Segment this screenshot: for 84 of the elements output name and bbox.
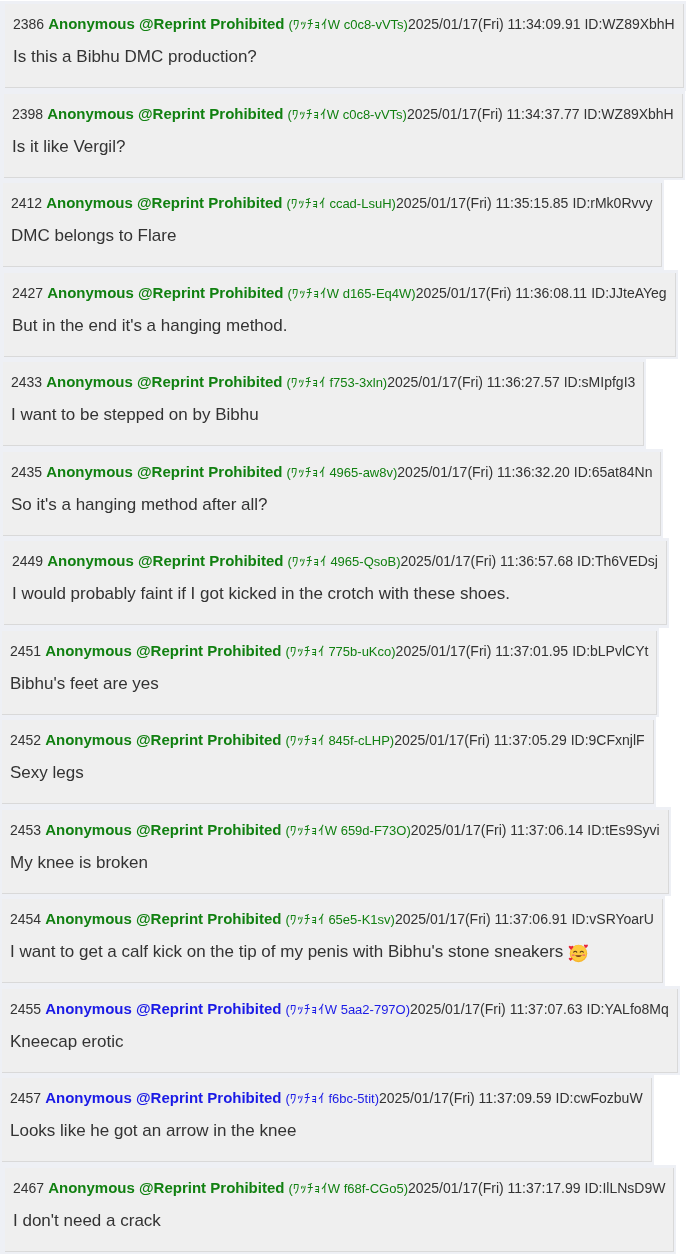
post-body: Looks like he got an arrow in the knee: [10, 1120, 297, 1142]
poster-name: Anonymous @Reprint Prohibited: [46, 461, 283, 482]
poster-name: Anonymous @Reprint Prohibited: [45, 730, 282, 750]
trip-code: (ﾜｯﾁｮｲ 845f-cLHP): [285, 732, 395, 750]
post-number: 2427: [12, 283, 44, 303]
post-date: 2025/01/17(Fri) 11:36:32.20: [397, 462, 570, 482]
poster-id: ID:WZ89XbhH: [584, 15, 675, 34]
post-number: 2433: [11, 373, 43, 392]
post-body: I want to be stepped on by Bibhu: [11, 404, 259, 426]
post-number: 2454: [10, 910, 42, 929]
post-date: 2025/01/17(Fri) 11:37:06.91: [394, 910, 568, 929]
post-body: I want to get a calf kick on the tip of my penis with Bibhu's stone sneakers: [10, 941, 564, 963]
poster-id: ID:9CFxnjlF: [570, 731, 645, 750]
post-body: My knee is broken: [10, 851, 148, 874]
poster-name: Anonymous @Reprint Prohibited: [47, 103, 284, 124]
post-date: 2025/01/17(Fri) 11:37:17.99: [407, 1178, 581, 1198]
post-number: 2398: [12, 104, 44, 124]
poster-name: Anonymous @Reprint Prohibited: [47, 282, 284, 303]
poster-name: Anonymous @Reprint Prohibited: [46, 193, 283, 213]
poster-name: Anonymous @Reprint Prohibited: [45, 909, 282, 929]
trip-code: (ﾜｯﾁｮｲ ccad-LsuH): [286, 195, 396, 213]
trip-code: (ﾜｯﾁｮｲ 4965-QsoB): [287, 553, 401, 571]
post-number: 2435: [11, 462, 43, 482]
post-number: 2412: [11, 194, 43, 213]
post-date: 2025/01/17(Fri) 11:37:09.59: [378, 1089, 552, 1108]
poster-id: ID:IlLNsD9W: [584, 1178, 666, 1198]
post-body: Is it like Vergil?: [12, 135, 126, 158]
trip-code: (ﾜｯﾁｮｲW 5aa2-797O): [285, 1000, 411, 1019]
post-body: DMC belongs to Flare: [11, 225, 177, 247]
poster-id: ID:YALfo8Mq: [586, 999, 669, 1019]
trip-code: (ﾜｯﾁｮｲW 659d-F73O): [285, 821, 411, 840]
poster-id: ID:65at84Nn: [573, 462, 653, 482]
post-number: 2453: [10, 820, 42, 840]
post-number: 2455: [10, 999, 42, 1019]
post-number: 2449: [12, 552, 44, 571]
post-date: 2025/01/17(Fri) 11:35:15.85: [395, 194, 569, 213]
post-date: 2025/01/17(Fri) 11:34:37.77: [406, 104, 580, 124]
post-body: So it's a hanging method after all?: [11, 493, 268, 516]
post-number: 2457: [10, 1089, 42, 1108]
poster-id: ID:rMk0Rvvy: [572, 194, 653, 213]
post-body: I would probably faint if I got kicked in the crotch with these shoes.: [12, 583, 510, 605]
trip-code: (ﾜｯﾁｮｲ f753-3xln): [286, 374, 388, 392]
post-number: 2452: [10, 731, 42, 750]
poster-id: ID:sMIpfgI3: [563, 373, 636, 392]
poster-name: Anonymous @Reprint Prohibited: [47, 551, 284, 571]
post-body: Bibhu's feet are yes: [10, 672, 159, 695]
post-date: 2025/01/17(Fri) 11:36:08.11: [415, 283, 588, 303]
post-number: 2467: [13, 1178, 45, 1198]
post-date: 2025/01/17(Fri) 11:36:27.57: [387, 373, 560, 392]
trip-code: (ﾜｯﾁｮｲW f68f-CGo5): [288, 1179, 408, 1198]
trip-code: (ﾜｯﾁｮｲ f6bc-5tit): [285, 1090, 379, 1108]
trip-code: (ﾜｯﾁｮｲW d165-Eq4W): [287, 284, 416, 303]
trip-code: (ﾜｯﾁｮｲW c0c8-vVTs): [287, 105, 407, 124]
post-date: 2025/01/17(Fri) 11:36:57.68: [400, 552, 574, 571]
poster-name: Anonymous @Reprint Prohibited: [45, 998, 282, 1019]
poster-name: Anonymous @Reprint Prohibited: [45, 1088, 282, 1108]
poster-id: ID:Th6VEDsj: [577, 552, 658, 571]
poster-id: ID:cwFozbuW: [555, 1089, 643, 1108]
post-date: 2025/01/17(Fri) 11:37:01.95: [395, 641, 569, 661]
trip-code: (ﾜｯﾁｮｲW c0c8-vVTs): [288, 16, 408, 34]
trip-code: (ﾜｯﾁｮｲ 65e5-K1sv): [285, 911, 395, 929]
post-date: 2025/01/17(Fri) 11:37:07.63: [410, 999, 583, 1019]
post-body: I don't need a crack: [13, 1209, 161, 1232]
post-body: Kneecap erotic: [10, 1030, 124, 1053]
poster-name: Anonymous @Reprint Prohibited: [48, 1177, 285, 1198]
post-body: Is this a Bibhu DMC production?: [13, 46, 257, 68]
post-body: Sexy legs: [10, 762, 84, 784]
post-date: 2025/01/17(Fri) 11:37:05.29: [394, 731, 567, 750]
post-body: But in the end it's a hanging method.: [12, 314, 288, 337]
poster-name: Anonymous @Reprint Prohibited: [45, 640, 282, 661]
poster-id: ID:tEs9Syvi: [587, 820, 660, 840]
poster-id: ID:JJteAYeg: [591, 283, 667, 303]
poster-id: ID:bLPvlCYt: [572, 641, 649, 661]
post-date: 2025/01/17(Fri) 11:37:06.14: [410, 820, 584, 840]
poster-id: ID:WZ89XbhH: [583, 104, 674, 124]
poster-id: ID:vSRYoarU: [571, 910, 654, 929]
post-date: 2025/01/17(Fri) 11:34:09.91: [407, 15, 581, 34]
poster-name: Anonymous @Reprint Prohibited: [48, 14, 285, 34]
trip-code: (ﾜｯﾁｮｲ 775b-uKco): [285, 642, 396, 661]
trip-code: (ﾜｯﾁｮｲ 4965-aw8v): [286, 463, 398, 482]
poster-name: Anonymous @Reprint Prohibited: [46, 372, 283, 392]
poster-name: Anonymous @Reprint Prohibited: [45, 819, 282, 840]
post-number: 2451: [10, 641, 42, 661]
post-number: 2386: [13, 15, 45, 34]
